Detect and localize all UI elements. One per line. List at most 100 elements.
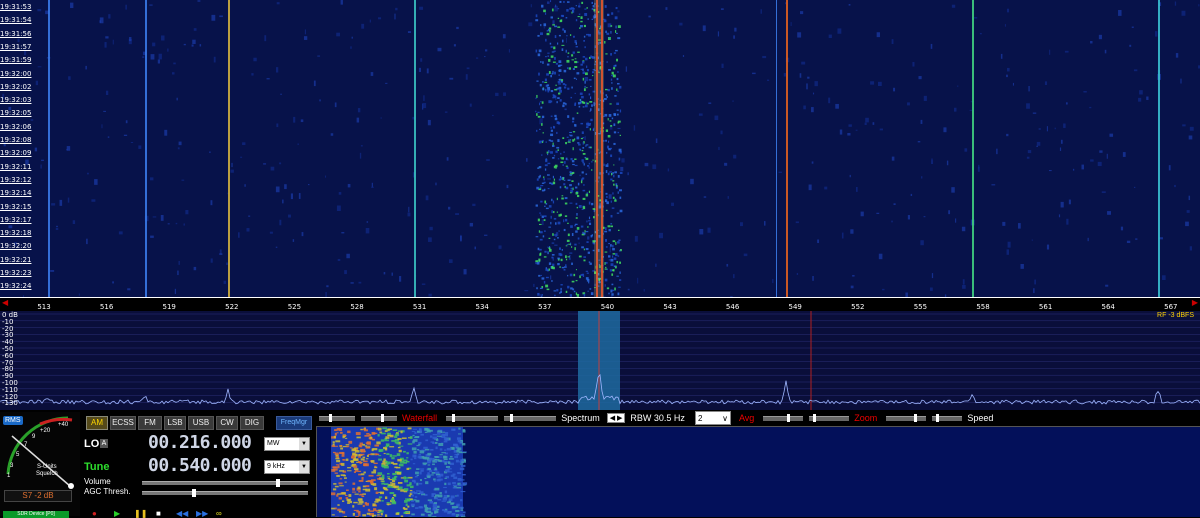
frequency-label: 528 (350, 303, 363, 311)
step-select[interactable]: 9 kHz▼ (264, 460, 310, 474)
timestamp-label: 19:32:20 (0, 243, 31, 250)
mode-button-dig[interactable]: DIG (240, 416, 264, 430)
rms-badge[interactable]: RMS (3, 416, 23, 425)
timestamp-label: 19:32:11 (0, 164, 31, 171)
timestamp-label: 19:32:09 (0, 150, 31, 157)
frequency-label: 552 (851, 303, 864, 311)
mode-button-cw[interactable]: CW (216, 416, 238, 430)
s-units-label: S-Units (37, 464, 57, 470)
timestamp-label: 19:32:03 (0, 97, 31, 104)
frequency-label: 519 (163, 303, 176, 311)
display-toolbar: Waterfall Spectrum ◀ ▶ RBW 30.5 Hz 2∨ Av… (316, 410, 1200, 426)
speed-slider-b[interactable] (932, 416, 962, 421)
timestamp-label: 19:31:59 (0, 57, 31, 64)
loop-icon[interactable]: ∞ (216, 510, 222, 518)
frequency-label: 516 (100, 303, 113, 311)
play-icon[interactable]: ▶ (114, 510, 120, 518)
zoom-slider-a[interactable] (763, 416, 803, 421)
s-meter-label: 5 (16, 452, 19, 458)
zoom-label: Zoom (854, 413, 877, 423)
timestamp-label: 19:31:57 (0, 44, 31, 51)
volume-slider[interactable] (142, 481, 308, 485)
frequency-label: 531 (413, 303, 426, 311)
timestamp-label: 19:31:56 (0, 31, 31, 38)
frequency-label: 534 (476, 303, 489, 311)
forward-icon[interactable]: ▶▶ (196, 510, 208, 518)
frequency-label: 555 (914, 303, 927, 311)
rbw-label: RBW 30.5 Hz (630, 413, 685, 423)
timestamp-label: 19:32:18 (0, 230, 31, 237)
avg-label: Avg (739, 413, 754, 423)
timestamp-label: 19:32:21 (0, 257, 31, 264)
timestamp-label: 19:32:08 (0, 137, 31, 144)
s-meter-label: 7 (24, 442, 27, 448)
freqmgr-button[interactable]: FreqMgr (276, 416, 312, 430)
frequency-label: 567 (1164, 303, 1177, 311)
timestamp-label: 19:32:06 (0, 124, 31, 131)
frequency-label: 558 (976, 303, 989, 311)
record-icon[interactable]: ● (92, 510, 97, 518)
frequency-label: 525 (288, 303, 301, 311)
frequency-label: 564 (1102, 303, 1115, 311)
s-meter-label: 9 (32, 434, 35, 440)
frequency-label: 549 (789, 303, 802, 311)
spectrum-contrast-slider[interactable] (446, 416, 498, 421)
timestamp-label: 19:32:05 (0, 110, 31, 117)
s-meter-label: 1 (7, 473, 10, 479)
frequency-label: 561 (1039, 303, 1052, 311)
stop-icon[interactable]: ■ (156, 510, 161, 518)
db-label: -130 (2, 400, 18, 407)
tune-label: Tune (84, 461, 109, 473)
frequency-label: 522 (225, 303, 238, 311)
lo-frequency[interactable]: 00.216.000 (148, 432, 251, 453)
rewind-icon[interactable]: ◀◀ (176, 510, 188, 518)
waterfall-image (0, 0, 1200, 297)
spectrum-graph (0, 311, 1200, 410)
waterfall-contrast-slider[interactable] (319, 416, 355, 421)
frequency-label: 537 (538, 303, 551, 311)
device-button[interactable]: SDR Device [P0] (3, 511, 69, 518)
audio-waterfall-image (317, 427, 1200, 517)
rbw-select[interactable]: 2∨ (695, 411, 731, 425)
s-meter: RMS +40 +20 9 7 5 3 1 S-Units Squelch S7… (0, 412, 80, 516)
speed-label: Speed (967, 413, 993, 423)
s-meter-label: +20 (40, 428, 50, 434)
pause-icon[interactable]: ❚❚ (134, 510, 147, 518)
timestamp-label: 19:31:53 (0, 4, 31, 11)
mode-button-am[interactable]: AM (86, 416, 108, 430)
waterfall-brightness-slider[interactable] (361, 416, 397, 421)
squelch-label: Squelch (36, 471, 58, 477)
mode-button-lsb[interactable]: LSB (164, 416, 186, 430)
spectrum-display[interactable]: 0 dB-10-20-30-40-50-60-70-80-90-100-110-… (0, 311, 1200, 410)
frequency-label: 540 (601, 303, 614, 311)
scroll-right-icon[interactable]: ▶ (1192, 298, 1198, 307)
volume-label: Volume (84, 477, 111, 486)
tune-frequency[interactable]: 00.540.000 (148, 455, 251, 476)
timestamp-label: 19:32:00 (0, 71, 31, 78)
zoom-slider-b[interactable] (809, 416, 849, 421)
timestamp-label: 19:32:15 (0, 204, 31, 211)
s-meter-label: 3 (10, 463, 13, 469)
s-meter-label: +40 (58, 422, 68, 428)
lo-label: LO (84, 438, 99, 450)
timestamp-label: 19:32:24 (0, 283, 31, 290)
spectrum-style-toggle[interactable]: ◀ ▶ (607, 413, 626, 423)
mode-button-ecss[interactable]: ECSS (110, 416, 136, 430)
timestamp-label: 19:32:14 (0, 190, 31, 197)
band-select[interactable]: MW▼ (264, 437, 310, 451)
speed-slider-a[interactable] (886, 416, 926, 421)
frequency-ruler[interactable]: ◀ ▶ 513516519522525528531534537540543546… (0, 297, 1200, 312)
s-meter-value: S7 -2 dB (4, 490, 72, 502)
spectrum-brightness-slider[interactable] (504, 416, 556, 421)
scroll-left-icon[interactable]: ◀ (2, 298, 8, 307)
audio-spectrum-panel[interactable] (316, 426, 1200, 517)
waterfall-display[interactable]: 19:31:5319:31:5419:31:5619:31:5719:31:59… (0, 0, 1200, 297)
mode-button-usb[interactable]: USB (188, 416, 214, 430)
agc-slider[interactable] (142, 491, 308, 495)
lo-lock-button[interactable]: A (100, 439, 108, 448)
mode-button-fm[interactable]: FM (138, 416, 162, 430)
timestamp-label: 19:32:23 (0, 270, 31, 277)
timestamp-label: 19:32:02 (0, 84, 31, 91)
rf-level-label: RF -3 dBFS (1157, 312, 1194, 319)
timestamp-label: 19:32:12 (0, 177, 31, 184)
